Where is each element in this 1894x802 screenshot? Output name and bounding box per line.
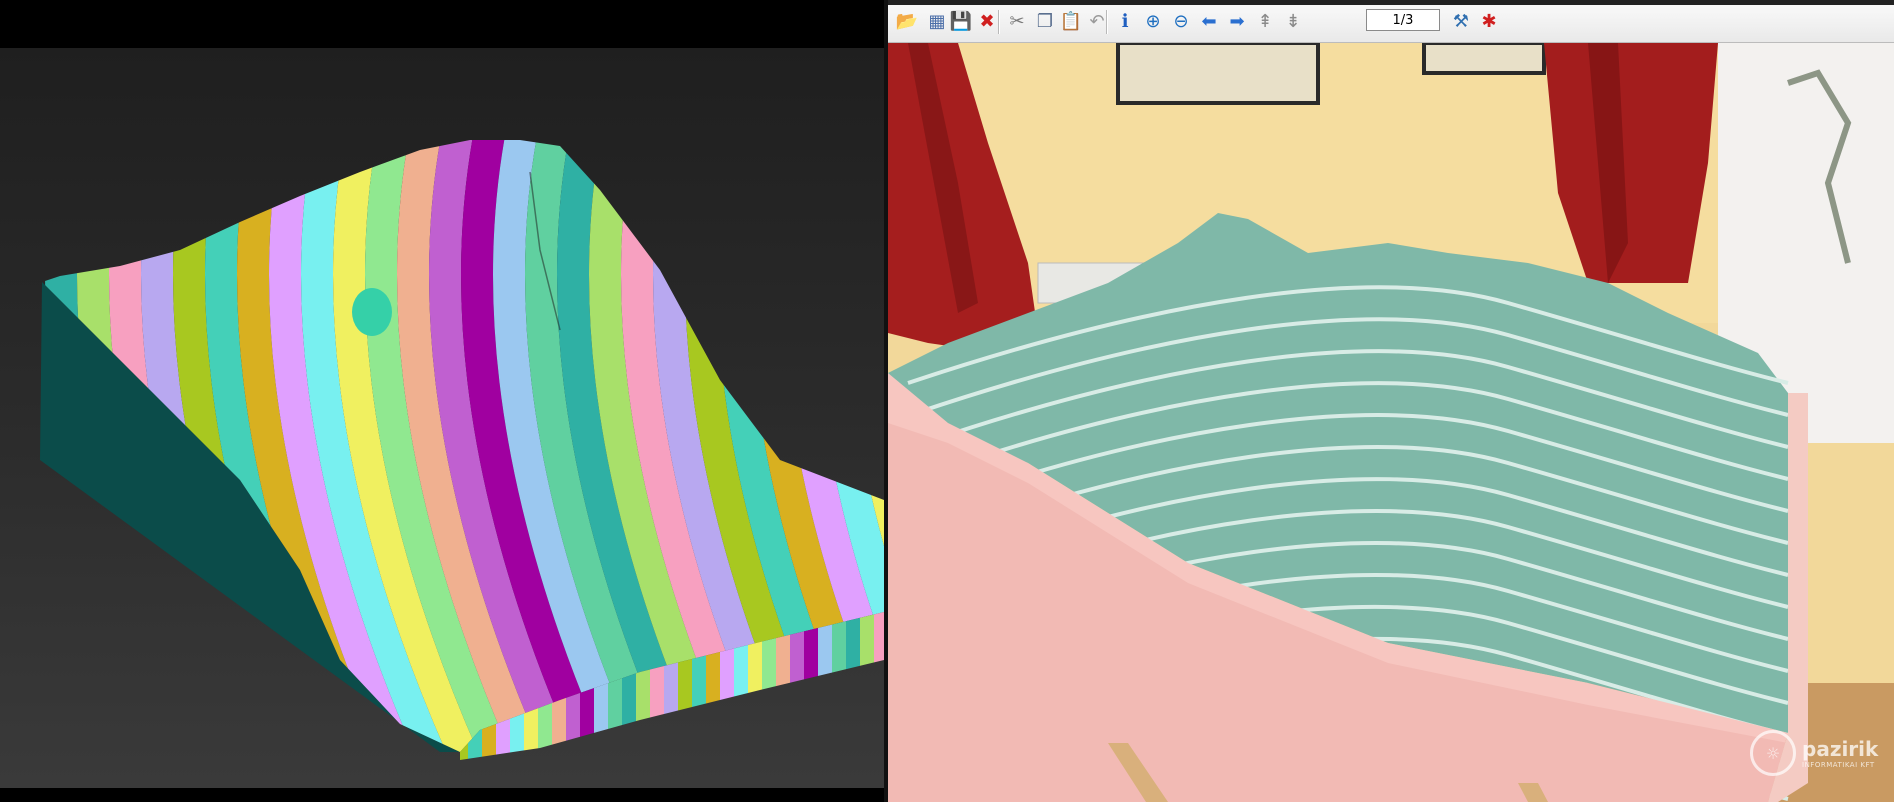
terrain-stripe (845, 140, 884, 752)
pazirik-logo-icon: ☼ (1750, 730, 1796, 776)
zoom-in-icon[interactable]: ⊕ (1140, 9, 1166, 35)
viewport-pane[interactable] (0, 0, 884, 802)
last-page-icon[interactable]: ⇟ (1280, 9, 1306, 35)
cut-icon[interactable]: ✂ (1004, 9, 1030, 35)
pazirik-watermark: ☼ pazirik INFORMATIKAI KFT (1750, 730, 1878, 776)
terrain-stripe (813, 140, 884, 752)
exit-icon[interactable]: ✱ (1476, 9, 1502, 35)
terrain-stripe (877, 140, 884, 752)
open-icon[interactable]: 📂 (894, 9, 920, 35)
watermark-brand: pazirik (1802, 737, 1879, 761)
save-icon[interactable]: 💾 (948, 9, 974, 35)
terrain-stripe (717, 140, 884, 752)
terrain-peak (352, 288, 392, 336)
viewer-toolbar: 📂 ▦ 💾 ✖ ✂ ❐ 📋 ↶ ℹ ⊕ ⊖ ⬅ ➡ ⇞ ⇟ ⚒ ✱ (888, 0, 1894, 43)
settings-icon[interactable]: ⚒ (1448, 9, 1474, 35)
photo-foam-terrain-model (888, 43, 1894, 802)
wall-picture-right (1422, 43, 1546, 75)
watermark-tagline: INFORMATIKAI KFT (1802, 761, 1875, 769)
next-icon[interactable]: ➡ (1224, 9, 1250, 35)
thumbnails-icon[interactable]: ▦ (924, 9, 950, 35)
terrain-stripe (781, 140, 884, 752)
toolbar-separator (1106, 10, 1108, 34)
terrain-model[interactable] (0, 0, 884, 802)
terrain-stripe (749, 140, 884, 752)
first-page-icon[interactable]: ⇞ (1252, 9, 1278, 35)
toolbar-separator (998, 10, 1000, 34)
toolbar-top-edge (888, 0, 1894, 5)
page-number-field[interactable] (1366, 9, 1440, 31)
image-viewer[interactable]: 📂▦💾✖✂❐📋↶ℹ⊕⊖⬅➡⇞⇟⚒✱ ☼ (888, 0, 1894, 802)
viewport-bottom-bar (0, 788, 884, 802)
copy-icon[interactable]: ❐ (1032, 9, 1058, 35)
wall-picture-left (1116, 43, 1320, 105)
previous-icon[interactable]: ⬅ (1196, 9, 1222, 35)
info-icon[interactable]: ℹ (1112, 9, 1138, 35)
delete-icon[interactable]: ✖ (974, 9, 1000, 35)
zoom-out-icon[interactable]: ⊖ (1168, 9, 1194, 35)
paste-icon[interactable]: 📋 (1058, 9, 1084, 35)
